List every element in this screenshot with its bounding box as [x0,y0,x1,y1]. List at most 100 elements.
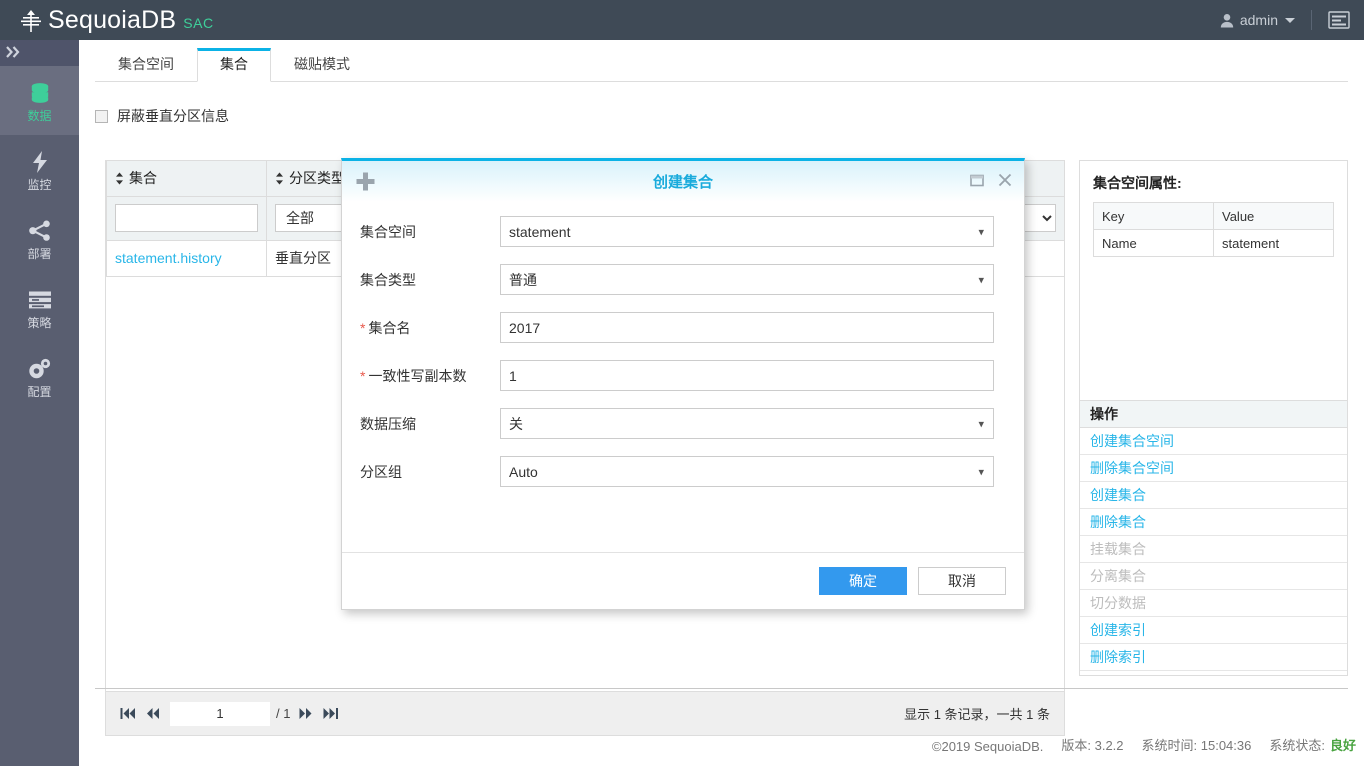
tab-bar: 集合空间 集合 磁贴模式 [95,48,1348,82]
cancel-button[interactable]: 取消 [918,567,1006,595]
footer-status-label: 系统状态: [1269,738,1325,753]
operation-split-data: 切分数据 [1080,590,1347,617]
properties-table: Key Value Name statement [1093,202,1334,257]
collection-space-properties-panel: 集合空间属性: Key Value Name statement [1079,160,1348,435]
user-menu[interactable]: admin [1220,12,1295,28]
column-header-label: 分区类型 [289,170,345,187]
operation-delete-index[interactable]: 删除索引 [1080,644,1347,671]
partition-group-value: Auto [509,463,538,480]
brand-suffix: SAC [183,14,214,31]
sidebar-item-label: 部署 [27,246,52,261]
collection-name-input[interactable]: 2017 [500,312,994,343]
close-icon[interactable] [998,173,1012,187]
double-chevron-right-icon [6,45,22,61]
tab-collection-space[interactable]: 集合空间 [95,48,197,82]
collection-filter-input[interactable] [115,204,258,232]
required-asterisk-icon: * [360,367,366,384]
chevron-down-icon [1285,17,1295,23]
brand-name: SequoiaDB [48,5,177,34]
top-header-bar: SequoiaDB SAC admin [0,0,1364,40]
field-label-collection-type: 集合类型 [360,271,416,288]
user-icon [1220,13,1234,28]
sidebar-collapse-toggle[interactable] [0,40,79,66]
replica-count-input[interactable]: 1 [500,360,994,391]
tab-collection[interactable]: 集合 [197,48,271,82]
data-compression-select[interactable]: 关 [500,408,994,439]
left-sidebar: 数据 监控 部署 策略 配置 [0,40,79,766]
dialog-body: 集合空间 statement 集合类型 普通 *集合名 2017 [342,202,1024,559]
column-header-collection[interactable]: 集合 [106,161,267,197]
footer-version: 版本: 3.2.2 [1061,738,1124,753]
field-label-collection-space: 集合空间 [360,223,416,240]
sidebar-item-data[interactable]: 数据 [0,66,79,135]
field-row-collection-name: * 集合名 2017 [360,312,994,343]
properties-header-value: Value [1213,202,1334,230]
confirm-button[interactable]: 确定 [819,567,907,595]
dialog-footer: 确定 取消 [342,552,1024,609]
top-header-right: admin [1220,0,1364,40]
collection-type-select[interactable]: 普通 [500,264,994,295]
sort-arrows-icon [275,172,284,188]
operation-create-collection[interactable]: 创建集合 [1080,482,1347,509]
collection-type-value: 普通 [509,271,537,288]
gears-icon [27,356,53,382]
column-header-label: 集合 [129,170,157,187]
partition-group-select[interactable]: Auto [500,456,994,487]
dialog-controls [956,173,1012,187]
field-label-text: 集合名 [368,319,411,336]
restore-window-icon[interactable] [970,174,984,187]
replica-count-value: 1 [509,367,517,384]
header-divider [1311,10,1312,30]
app-root: SequoiaDB SAC admin 数据 监控 部署 策略 配置 集合空间 … [0,0,1364,766]
properties-header-key: Key [1093,202,1214,230]
dialog-title: 创建集合 [652,174,713,191]
footer-status-value: 良好 [1329,738,1356,753]
share-nodes-icon [28,218,52,244]
footer-copyright: ©2019 SequoiaDB. [931,739,1044,754]
properties-header-row: Key Value [1093,202,1334,230]
operations-panel: 操作 创建集合空间 删除集合空间 创建集合 删除集合 挂载集合 分离集合 切分数… [1079,400,1348,676]
properties-value: statement [1213,229,1334,257]
tree-logo-icon [18,8,44,34]
field-row-collection-space: 集合空间 statement [360,216,994,247]
plus-icon [356,172,375,194]
properties-key: Name [1093,229,1214,257]
field-row-partition-group: 分区组 Auto [360,456,994,487]
field-row-replica-count: * 一致性写副本数 1 [360,360,994,391]
create-collection-dialog: 创建集合 集合空间 statement ▾ 集合类型 普通 ▾ * 集合名 20… [341,158,1025,610]
hamburger-menu-icon[interactable] [1328,11,1350,29]
operation-delete-collection-space[interactable]: 删除集合空间 [1080,455,1347,482]
sidebar-item-deploy[interactable]: 部署 [0,204,79,273]
sidebar-item-monitor[interactable]: 监控 [0,135,79,204]
lightning-icon [29,149,51,175]
properties-row: Name statement [1093,229,1334,257]
operation-create-index[interactable]: 创建索引 [1080,617,1347,644]
field-label-data-compression: 数据压缩 [360,415,416,432]
sidebar-item-config[interactable]: 配置 [0,342,79,411]
field-row-data-compression: 数据压缩 关 [360,408,994,439]
database-icon [28,80,52,106]
field-label-replica-count: * 一致性写副本数 [360,366,500,386]
collection-link[interactable]: statement.history [115,250,222,266]
cell-collection-name: statement.history [106,239,267,277]
sidebar-item-strategy[interactable]: 策略 [0,273,79,342]
sidebar-item-label: 配置 [27,384,52,399]
operation-create-collection-space[interactable]: 创建集合空间 [1080,428,1347,455]
sidebar-item-label: 数据 [27,108,52,123]
operation-detach-collection: 分离集合 [1080,563,1347,590]
sort-arrows-icon [115,172,124,188]
list-lines-icon [28,287,52,313]
data-compression-value: 关 [509,415,523,432]
properties-title: 集合空间属性: [1093,175,1182,191]
operation-delete-collection[interactable]: 删除集合 [1080,509,1347,536]
operation-attach-collection: 挂载集合 [1080,536,1347,563]
field-row-collection-type: 集合类型 普通 [360,264,994,295]
footer-time: 系统时间: 15:04:36 [1141,738,1252,753]
filter-cell-collection [106,195,267,241]
tab-tile-mode[interactable]: 磁贴模式 [271,48,373,82]
operations-title: 操作 [1080,401,1347,428]
mask-vertical-partition-row: 屏蔽垂直分区信息 [95,106,229,126]
collection-space-select[interactable]: statement [500,216,994,247]
sidebar-item-label: 监控 [27,177,52,192]
mask-vertical-partition-checkbox[interactable] [95,109,108,123]
